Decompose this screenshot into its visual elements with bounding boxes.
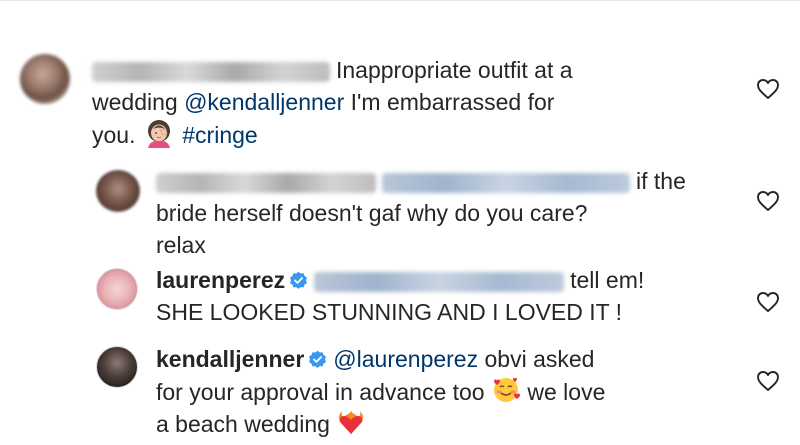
comment-1-line-1: Inappropriate outfit at a xyxy=(92,54,573,86)
verified-badge-icon xyxy=(309,350,327,368)
commenter-avatar-blurred[interactable] xyxy=(20,54,70,104)
blurred-mention[interactable] xyxy=(382,172,630,193)
woman-facepalming-emoji xyxy=(142,118,176,156)
heart-on-fire-emoji xyxy=(336,407,366,445)
blurred-username[interactable] xyxy=(156,172,376,193)
comment-1-text: Inappropriate outfit at a xyxy=(336,57,573,83)
avatar-laurenperez[interactable] xyxy=(96,268,138,310)
comment-1-line-2: wedding @kendalljenner I'm embarrassed f… xyxy=(92,89,555,115)
top-divider xyxy=(0,0,800,1)
comment-2-line-3: relax xyxy=(156,232,206,258)
blurred-mention[interactable] xyxy=(314,271,565,292)
heart-outline-icon[interactable] xyxy=(756,291,780,313)
comment-1-line-3: you. #cringe xyxy=(92,118,258,156)
hashtag-cringe[interactable]: #cringe xyxy=(182,122,257,148)
mention-laurenperez[interactable]: @laurenperez xyxy=(333,346,478,372)
username-laurenperez[interactable]: laurenperez xyxy=(156,267,285,293)
comment-4-line-3: a beach wedding xyxy=(156,407,366,445)
avatar-kendalljenner[interactable] xyxy=(96,346,138,388)
username-kendalljenner[interactable]: kendalljenner xyxy=(156,346,304,372)
comment-4-line-1: kendalljenner @laurenperez obvi asked xyxy=(156,346,595,372)
verified-badge-icon xyxy=(290,271,308,289)
comment-3-line-1: laurenperez tell em! xyxy=(156,267,645,293)
mention-kendalljenner[interactable]: @kendalljenner xyxy=(184,89,344,115)
commenter-avatar-blurred[interactable] xyxy=(96,170,140,212)
comment-3-line-2: SHE LOOKED STUNNING AND I LOVED IT ! xyxy=(156,299,623,325)
heart-outline-icon[interactable] xyxy=(756,78,780,100)
comment-2-line-1: if the xyxy=(156,165,686,197)
heart-outline-icon[interactable] xyxy=(756,370,780,392)
heart-outline-icon[interactable] xyxy=(756,190,780,212)
blurred-username[interactable] xyxy=(92,61,330,82)
comment-2-line-2: bride herself doesn't gaf why do you car… xyxy=(156,200,588,226)
smiling-face-with-hearts-emoji xyxy=(491,375,521,413)
